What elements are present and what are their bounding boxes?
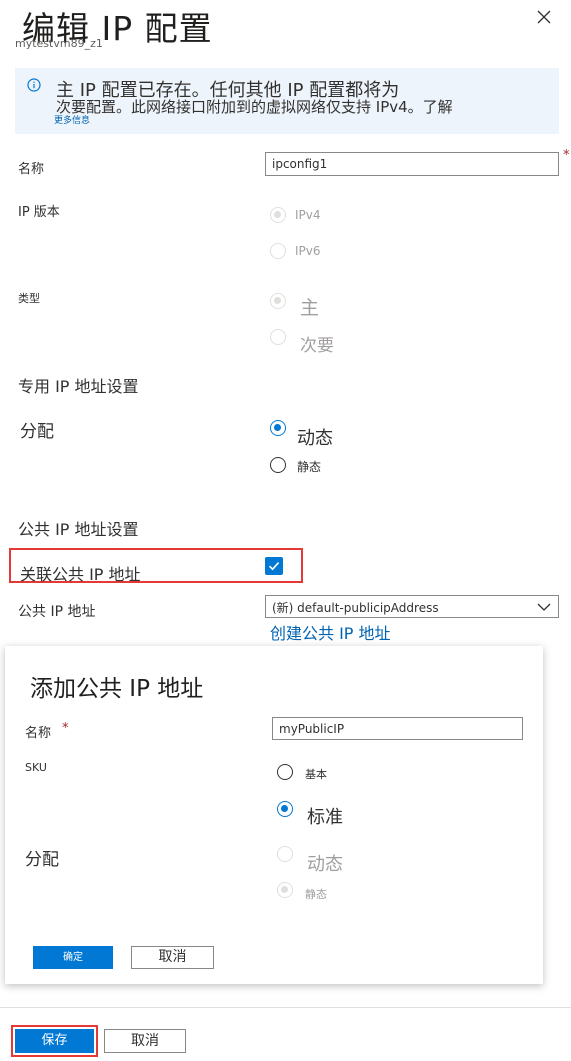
ip-version-label: IP 版本	[18, 205, 60, 220]
public-ip-address-select[interactable]: (新) default-publicipAddress	[265, 595, 559, 618]
sku-standard-radio[interactable]	[277, 801, 293, 817]
panel-ok-button[interactable]: 确定	[33, 946, 113, 969]
required-mark: *	[563, 148, 570, 163]
panel-static-radio	[277, 882, 293, 898]
panel-title: 添加公共 IP 地址	[30, 676, 204, 702]
save-button[interactable]: 保存	[15, 1029, 94, 1053]
associate-public-ip-label: 关联公共 IP 地址	[20, 565, 141, 584]
public-ip-address-label: 公共 IP 地址	[18, 604, 96, 620]
panel-assignment-label: 分配	[25, 850, 59, 870]
ip-version-ipv6-label: IPv6	[295, 244, 321, 258]
close-icon[interactable]	[535, 8, 553, 26]
panel-required-mark: *	[62, 721, 69, 736]
private-dynamic-label: 动态	[297, 428, 333, 449]
panel-cancel-button[interactable]: 取消	[131, 946, 214, 969]
sku-basic-radio[interactable]	[277, 764, 293, 780]
private-ip-section-title: 专用 IP 地址设置	[18, 377, 139, 396]
sku-label: SKU	[25, 761, 47, 774]
ip-version-ipv4-radio	[270, 207, 286, 223]
footer-divider	[0, 1007, 571, 1008]
sku-basic-label: 基本	[305, 768, 327, 781]
public-ip-address-value: (新) default-publicipAddress	[272, 601, 439, 615]
info-icon	[27, 77, 41, 92]
cancel-button[interactable]: 取消	[104, 1029, 186, 1053]
type-label: 类型	[18, 292, 40, 305]
type-primary-label: 主	[300, 297, 320, 319]
private-static-label: 静态	[297, 460, 322, 474]
private-static-radio[interactable]	[270, 457, 286, 473]
sku-standard-label: 标准	[307, 807, 343, 828]
ip-version-ipv4-label: IPv4	[295, 208, 321, 222]
private-dynamic-radio[interactable]	[270, 420, 286, 436]
learn-more-link[interactable]: 更多信息	[54, 113, 90, 126]
panel-static-label: 静态	[305, 888, 327, 901]
private-assignment-label: 分配	[20, 422, 54, 442]
panel-name-input[interactable]	[272, 717, 523, 740]
chevron-down-icon	[537, 603, 551, 611]
type-primary-radio	[270, 293, 286, 309]
panel-dynamic-radio	[277, 846, 293, 862]
panel-name-label: 名称	[25, 726, 52, 741]
type-secondary-radio	[270, 329, 286, 345]
create-public-ip-link[interactable]: 创建公共 IP 地址	[270, 620, 391, 644]
resource-subtitle: mytestvm89_z1	[15, 37, 103, 50]
public-ip-section-title: 公共 IP 地址设置	[18, 520, 139, 539]
checkmark-icon	[268, 562, 280, 571]
info-text-line2: 次要配置。此网络接口附加到的虚拟网络仅支持 IPv4。了解	[56, 98, 453, 116]
type-secondary-label: 次要	[300, 336, 334, 356]
name-input[interactable]	[265, 152, 559, 176]
name-label: 名称	[18, 162, 45, 177]
panel-dynamic-label: 动态	[307, 854, 343, 875]
associate-public-ip-checkbox[interactable]	[265, 557, 283, 575]
ip-version-ipv6-radio	[270, 243, 286, 259]
